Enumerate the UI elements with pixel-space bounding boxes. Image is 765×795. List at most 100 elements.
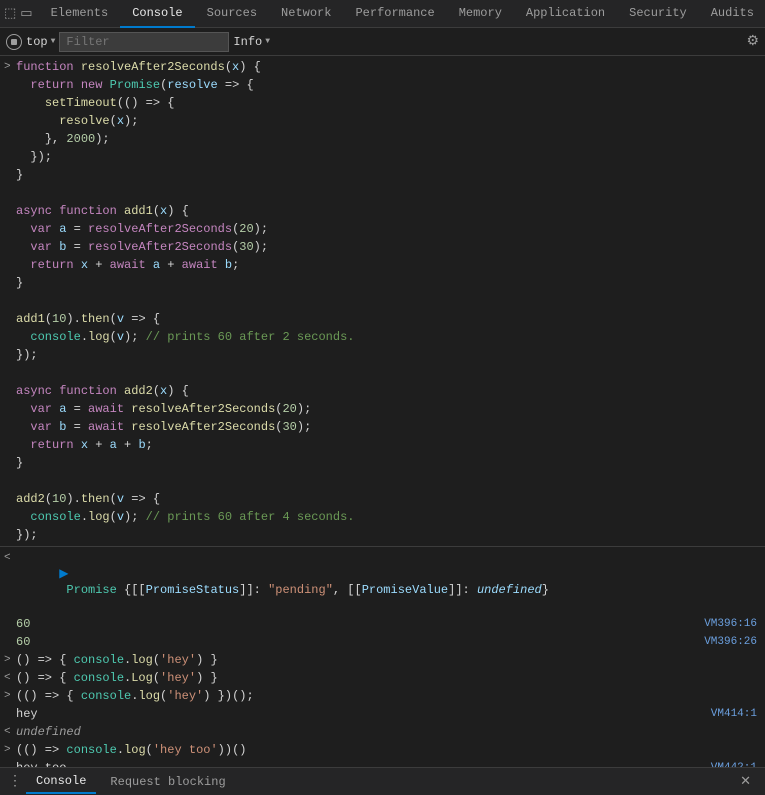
list-item: return x + await a + await b;: [0, 256, 765, 274]
code-line: return x + await a + await b;: [16, 257, 765, 273]
list-item: });: [0, 346, 765, 364]
bottom-tab-console[interactable]: Console: [26, 770, 96, 794]
source-link[interactable]: VM442:1: [685, 760, 765, 767]
code-line: var a = resolveAfter2Seconds(20);: [16, 221, 765, 237]
output-prefix: <: [4, 724, 11, 740]
output-line: () => { console.Log('hey') }: [16, 670, 765, 686]
code-line: resolve(x);: [16, 113, 765, 129]
list-item: hey VM414:1: [0, 705, 765, 723]
tab-audits[interactable]: Audits: [699, 0, 765, 28]
bottom-close-icon[interactable]: ✕: [734, 774, 757, 789]
code-line: return x + a + b;: [16, 437, 765, 453]
tab-security[interactable]: Security: [617, 0, 699, 28]
list-item: 60 VM396:26: [0, 633, 765, 651]
console-output: > function resolveAfter2Seconds(x) { ret…: [0, 56, 765, 767]
context-chevron-icon: ▼: [51, 37, 56, 46]
code-line: add1(10).then(v => {: [16, 311, 765, 327]
list-item: var a = resolveAfter2Seconds(20);: [0, 220, 765, 238]
code-line: }: [16, 455, 765, 471]
list-item: > () => { console.log('hey') }: [0, 651, 765, 669]
output-line: (() => { console.log('hey') })();: [16, 688, 765, 704]
bottom-tab-request-blocking[interactable]: Request blocking: [100, 771, 235, 793]
code-line: return new Promise(resolve => {: [16, 77, 765, 93]
log-level-selector[interactable]: Info ▼: [233, 35, 270, 49]
code-line: function resolveAfter2Seconds(x) {: [16, 59, 765, 75]
output-prefix: <: [4, 550, 11, 566]
tab-sources[interactable]: Sources: [195, 0, 269, 28]
output-line: (() => console.log('hey too'))(): [16, 742, 765, 758]
output-divider: [0, 546, 765, 547]
context-label: top: [26, 35, 48, 49]
tab-bar: ⬚ ▭ Elements Console Sources Network Per…: [0, 0, 765, 28]
tab-performance[interactable]: Performance: [343, 0, 446, 28]
log-level-chevron-icon: ▼: [265, 37, 270, 46]
output-line: 60: [16, 616, 685, 632]
list-item: [0, 292, 765, 310]
list-item: }: [0, 454, 765, 472]
code-line: [16, 365, 765, 381]
list-item: add1(10).then(v => {: [0, 310, 765, 328]
code-line: });: [16, 149, 765, 165]
list-item: < () => { console.Log('hey') }: [0, 669, 765, 687]
inspect-icon[interactable]: ⬚: [4, 6, 16, 21]
code-line: [16, 473, 765, 489]
output-line: () => { console.log('hey') }: [16, 652, 765, 668]
source-link[interactable]: VM396:16: [685, 616, 765, 632]
tab-network[interactable]: Network: [269, 0, 343, 28]
clear-console-button[interactable]: [6, 34, 22, 50]
source-link[interactable]: VM396:26: [685, 634, 765, 650]
list-item: var b = await resolveAfter2Seconds(30);: [0, 418, 765, 436]
list-item: console.log(v); // prints 60 after 4 sec…: [0, 508, 765, 526]
list-item: [0, 472, 765, 490]
list-item: }: [0, 166, 765, 184]
list-item: setTimeout(() => {: [0, 94, 765, 112]
output-line: hey: [16, 706, 685, 722]
output-prefix: >: [4, 688, 11, 704]
tab-memory[interactable]: Memory: [447, 0, 514, 28]
code-line: setTimeout(() => {: [16, 95, 765, 111]
code-line: });: [16, 527, 765, 543]
list-item: async function add1(x) {: [0, 202, 765, 220]
console-toolbar: top ▼ Info ▼ ⚙: [0, 28, 765, 56]
tab-elements[interactable]: Elements: [39, 0, 121, 28]
bottom-bar: ⋮ Console Request blocking ✕: [0, 767, 765, 795]
output-line: ▶ Promise {[[PromiseStatus]]: "pending",…: [16, 550, 765, 614]
list-item: > function resolveAfter2Seconds(x) {: [0, 58, 765, 76]
code-line: [16, 185, 765, 201]
list-item: }: [0, 274, 765, 292]
list-item: hey too VM442:1: [0, 759, 765, 767]
output-line: 60: [16, 634, 685, 650]
expand-icon[interactable]: ▶: [59, 567, 68, 581]
filter-input[interactable]: [59, 32, 229, 52]
tab-application[interactable]: Application: [514, 0, 617, 28]
list-item: });: [0, 148, 765, 166]
settings-gear-icon[interactable]: ⚙: [746, 33, 759, 50]
output-prefix: >: [4, 742, 11, 758]
list-item: console.log(v); // prints 60 after 2 sec…: [0, 328, 765, 346]
list-item: });: [0, 526, 765, 544]
list-item: }, 2000);: [0, 130, 765, 148]
output-prefix: <: [4, 670, 11, 686]
bottom-dots-icon[interactable]: ⋮: [8, 773, 22, 790]
list-item: var b = resolveAfter2Seconds(30);: [0, 238, 765, 256]
list-item: add2(10).then(v => {: [0, 490, 765, 508]
code-line: async function add2(x) {: [16, 383, 765, 399]
code-line: }, 2000);: [16, 131, 765, 147]
device-icon[interactable]: ▭: [20, 6, 32, 21]
list-item: async function add2(x) {: [0, 382, 765, 400]
list-item: return x + a + b;: [0, 436, 765, 454]
list-item: resolve(x);: [0, 112, 765, 130]
list-item: [0, 364, 765, 382]
tab-console[interactable]: Console: [120, 0, 194, 28]
code-line: }: [16, 167, 765, 183]
list-item: > (() => console.log('hey too'))(): [0, 741, 765, 759]
output-line: undefined: [16, 724, 765, 740]
context-selector[interactable]: top ▼: [26, 35, 55, 49]
code-line: async function add1(x) {: [16, 203, 765, 219]
code-line: console.log(v); // prints 60 after 4 sec…: [16, 509, 765, 525]
code-line: var a = await resolveAfter2Seconds(20);: [16, 401, 765, 417]
list-item: < undefined: [0, 723, 765, 741]
list-item: [0, 184, 765, 202]
source-link[interactable]: VM414:1: [685, 706, 765, 722]
code-line: });: [16, 347, 765, 363]
